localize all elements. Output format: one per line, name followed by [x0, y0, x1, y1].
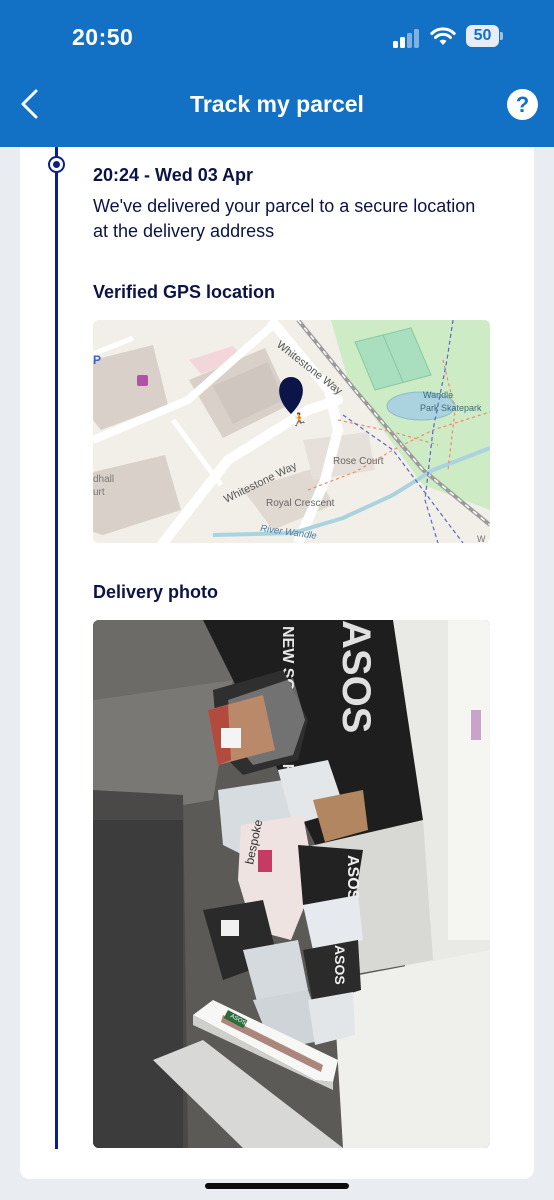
app-header: 20:50 50 Track my parcel ? [0, 0, 554, 147]
event-time: 20:24 - Wed 03 Apr [93, 165, 254, 185]
status-time: 20:50 [72, 24, 134, 50]
parcel-brand-text: ASOS [332, 945, 348, 985]
map-label-rose-court: Rose Court [333, 456, 384, 467]
battery-level: 50 [466, 25, 499, 47]
map-label-partial-w: W [477, 534, 486, 543]
shop-icon [137, 375, 148, 386]
map-label-park-1: Wandle [423, 390, 453, 400]
gps-section-title: Verified GPS location [93, 282, 276, 302]
map-label-parking: P [93, 353, 101, 367]
home-indicator[interactable] [205, 1183, 349, 1189]
bag-brand-text: ASOS [344, 855, 361, 901]
wifi-icon [430, 27, 456, 45]
help-button[interactable]: ? [507, 89, 538, 120]
map-label-royal-crescent: Royal Crescent [266, 498, 335, 509]
delivery-photo[interactable]: NEW SOUTH QUARTER ASOS bespoke ASOS [93, 620, 490, 1148]
map-label-partial-1: dhall [93, 474, 114, 485]
gps-map[interactable]: Whitestone Way Whitestone Way Rose Court… [93, 320, 490, 543]
map-label-park-2: Park Skatepark [420, 403, 482, 413]
battery-icon: 50 [466, 25, 504, 47]
signal-icon [393, 28, 423, 48]
photo-section-title: Delivery photo [93, 582, 219, 602]
wall-brand-text: ASOS [334, 620, 378, 733]
page-title: Track my parcel [190, 91, 364, 117]
tracking-card: 20:24 - Wed 03 Apr We've delivered your … [20, 147, 534, 1179]
runner-icon: 🏃 [291, 412, 307, 427]
event-description: We've delivered your parcel to a secure … [93, 196, 476, 241]
status-bar: 20:50 50 [0, 0, 554, 70]
map-label-partial-2: urt [93, 487, 105, 498]
timeline-line [55, 147, 58, 1149]
timeline-dot [50, 158, 63, 171]
